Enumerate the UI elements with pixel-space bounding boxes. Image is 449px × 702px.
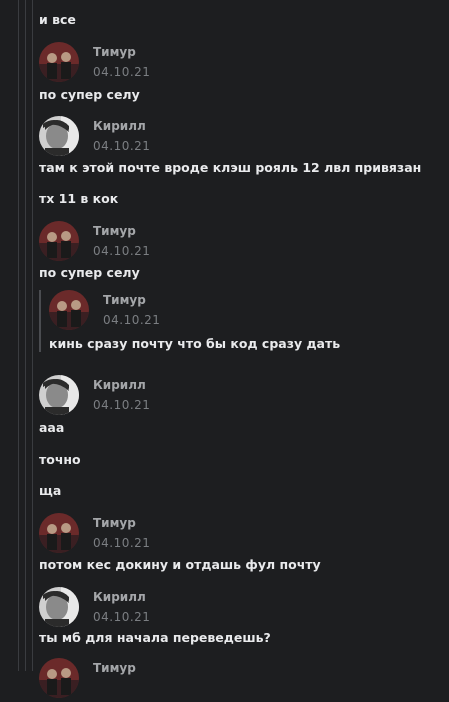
message-text: по супер селу [39, 265, 140, 280]
message-date: 04.10.21 [93, 244, 151, 258]
author-name[interactable]: Тимур [103, 292, 160, 308]
message-author-header: Кирилл 04.10.21 [39, 587, 150, 631]
quoted-message-text: кинь сразу почту что бы код сразу дать [49, 336, 341, 351]
timur-avatar[interactable] [39, 658, 79, 698]
message-text: ща [39, 483, 62, 498]
timur-avatar[interactable] [49, 290, 89, 330]
message-date: 04.10.21 [93, 65, 151, 79]
author-name[interactable]: Кирилл [93, 118, 150, 134]
message-author-header: Тимур 04.10.21 [39, 513, 150, 557]
message-text: по супер селу [39, 87, 140, 102]
thread-rail-inner [32, 0, 33, 671]
message-author-header: Тимур 04.10.21 [39, 221, 150, 265]
quoted-message[interactable]: Тимур 04.10.21 кинь сразу почту что бы код… [39, 290, 429, 352]
author-name[interactable]: Кирилл [93, 589, 150, 605]
message-author-header: Тимур [39, 658, 136, 702]
message-text: потом кес докину и отдашь фул почту [39, 557, 321, 572]
message-date: 04.10.21 [103, 313, 161, 327]
timur-avatar[interactable] [39, 42, 79, 82]
message-date: 04.10.21 [93, 610, 151, 624]
message-author-header: Кирилл 04.10.21 [39, 375, 150, 419]
author-name[interactable]: Кирилл [93, 377, 150, 393]
message-date: 04.10.21 [93, 398, 151, 412]
kirill-avatar[interactable] [39, 375, 79, 415]
author-name[interactable]: Тимур [93, 515, 150, 531]
message-text: ааа [39, 420, 65, 435]
author-name[interactable]: Тимур [93, 223, 150, 239]
kirill-avatar[interactable] [39, 116, 79, 156]
thread-rail-middle [25, 0, 26, 671]
author-name[interactable]: Тимур [93, 44, 150, 60]
timur-avatar[interactable] [39, 513, 79, 553]
chat-history[interactable]: и все Тимур 04.10.21 по супер селу Кирилл 04.… [39, 0, 449, 698]
quote-author-header: Тимур 04.10.21 [49, 290, 429, 334]
message-text: точно [39, 452, 81, 467]
message-text: ты мб для начала переведешь? [39, 630, 271, 645]
message-text: и все [39, 12, 76, 27]
kirill-avatar[interactable] [39, 587, 79, 627]
message-author-header: Тимур 04.10.21 [39, 42, 150, 86]
message-date: 04.10.21 [93, 139, 151, 153]
author-name[interactable]: Тимур [93, 660, 136, 676]
message-text: тх 11 в кок [39, 191, 119, 206]
timur-avatar[interactable] [39, 221, 79, 261]
message-text: там к этой почте вроде клэш рояль 12 лвл… [39, 160, 422, 175]
message-date: 04.10.21 [93, 536, 151, 550]
thread-rail-outer [18, 0, 19, 671]
message-author-header: Кирилл 04.10.21 [39, 116, 150, 160]
